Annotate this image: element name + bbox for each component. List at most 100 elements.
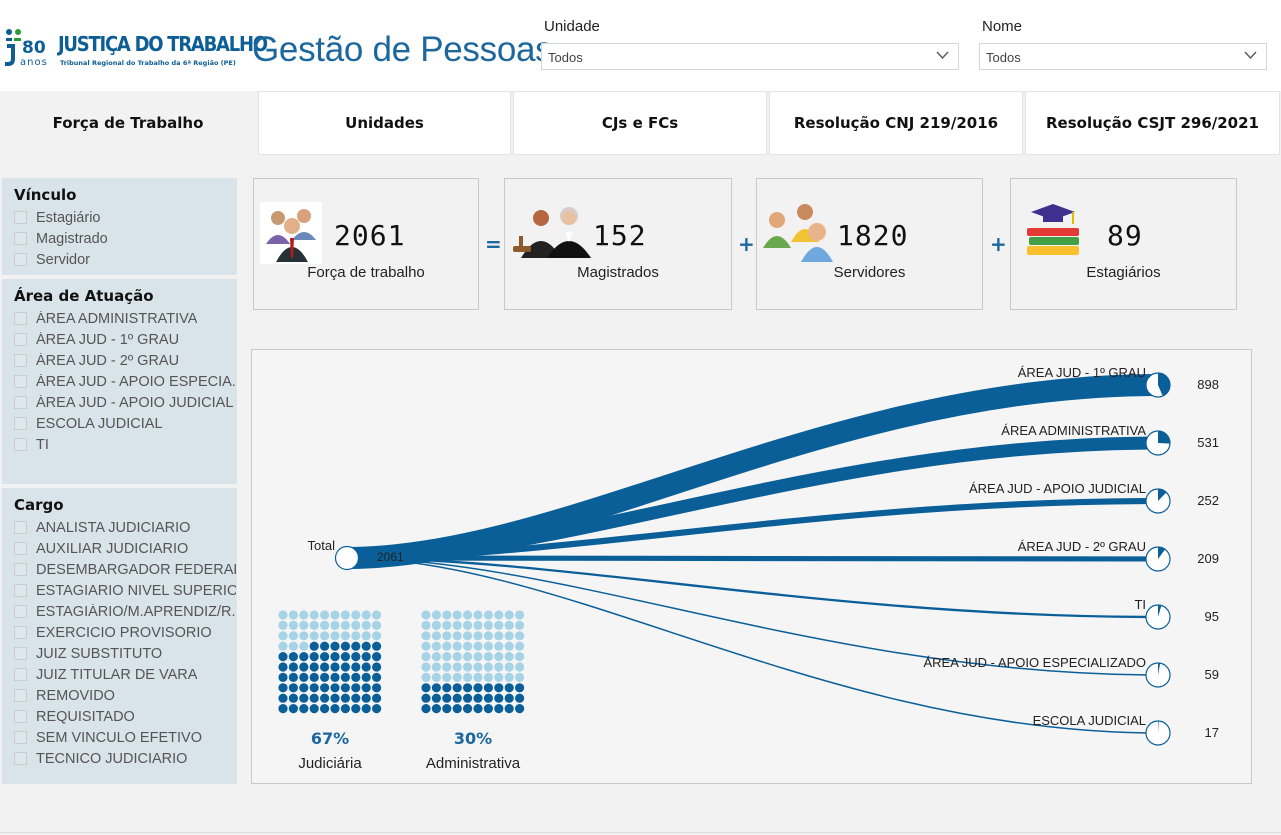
waffle-dot	[372, 631, 382, 641]
waffle-dot	[351, 683, 361, 693]
checkbox[interactable]	[14, 396, 27, 409]
checkbox[interactable]	[14, 563, 27, 576]
waffle-dot	[330, 704, 340, 714]
checkbox[interactable]	[14, 752, 27, 765]
flow-link	[346, 374, 1159, 569]
waffle-dot	[278, 631, 288, 641]
waffle-dot	[340, 610, 350, 620]
tab-forca-de-trabalho[interactable]: Força de Trabalho	[0, 91, 256, 155]
unidade-dropdown[interactable]: Todos	[541, 43, 959, 70]
waffle-dot	[421, 704, 431, 714]
checkbox[interactable]	[14, 438, 27, 451]
waffle-dot	[351, 641, 361, 651]
checkbox[interactable]	[14, 375, 27, 388]
waffle-percent: 30%	[454, 729, 492, 748]
nome-dropdown[interactable]: Todos	[979, 43, 1267, 70]
cargo-slicer-title: Cargo	[14, 496, 64, 514]
total-node[interactable]	[334, 545, 360, 571]
waffle-dot	[361, 662, 371, 672]
waffle-dot	[309, 631, 319, 641]
tab-unidades[interactable]: Unidades	[258, 91, 511, 155]
waffle-dot	[473, 704, 483, 714]
checkbox[interactable]	[14, 211, 27, 224]
checkbox[interactable]	[14, 417, 27, 430]
cargo-option[interactable]: ANALISTA JUDICIARIO	[14, 517, 190, 538]
area-atuacao-option[interactable]: ÁREA JUD - APOIO ESPECIA...	[14, 371, 236, 392]
area-node-label: TI	[1134, 597, 1146, 612]
checkbox[interactable]	[14, 626, 27, 639]
cargo-option[interactable]: ESTAGIARIO NIVEL SUPERIOR	[14, 580, 236, 601]
cargo-option[interactable]: SEM VINCULO EFETIVO	[14, 727, 202, 748]
waffle-dot	[442, 704, 452, 714]
waffle-dot	[483, 610, 493, 620]
waffle-dot	[494, 683, 504, 693]
waffle-dot	[372, 672, 382, 682]
checkbox[interactable]	[14, 521, 27, 534]
waffle-dot	[288, 683, 298, 693]
checkbox[interactable]	[14, 731, 27, 744]
cargo-option[interactable]: REMOVIDO	[14, 685, 115, 706]
waffle-dot	[288, 704, 298, 714]
checkbox[interactable]	[14, 232, 27, 245]
area-atuacao-option[interactable]: ÁREA JUD - APOIO JUDICIAL	[14, 392, 233, 413]
checkbox[interactable]	[14, 312, 27, 325]
tab-resolucao-cnj-219-2016[interactable]: Resolução CNJ 219/2016	[769, 91, 1023, 155]
area-atuacao-option[interactable]: ÁREA JUD - 2º GRAU	[14, 350, 179, 371]
waffle-dot	[515, 652, 525, 662]
area-node-value: 59	[1205, 667, 1219, 682]
checkbox[interactable]	[14, 584, 27, 597]
cargo-option[interactable]: DESEMBARGADOR FEDERAL	[14, 559, 236, 580]
vinculo-option[interactable]: Servidor	[14, 249, 90, 270]
waffle-dot	[372, 704, 382, 714]
waffle-dot	[442, 631, 452, 641]
vinculo-option[interactable]: Magistrado	[14, 228, 108, 249]
plus-operator: +	[990, 232, 1007, 256]
cargo-option[interactable]: AUXILIAR JUDICIARIO	[14, 538, 188, 559]
cargo-option[interactable]: EXERCICIO PROVISORIO	[14, 622, 212, 643]
checkbox[interactable]	[14, 647, 27, 660]
waffle-dot	[299, 662, 309, 672]
checkbox[interactable]	[14, 354, 27, 367]
cargo-option-label: ESTAGIÁRIO/M.APRENDIZ/R....	[36, 603, 236, 620]
waffle-dot	[330, 641, 340, 651]
waffle-dot	[361, 672, 371, 682]
waffle-dot	[340, 652, 350, 662]
checkbox[interactable]	[14, 668, 27, 681]
checkbox[interactable]	[14, 605, 27, 618]
cargo-option-label: SEM VINCULO EFETIVO	[36, 729, 202, 746]
waffle-dot	[504, 672, 514, 682]
area-node-value: 898	[1197, 377, 1219, 392]
waffle-dot	[483, 683, 493, 693]
area-atuacao-option[interactable]: ESCOLA JUDICIAL	[14, 413, 163, 434]
waffle-dot	[452, 631, 462, 641]
waffle-dot	[288, 652, 298, 662]
waffle-dot	[494, 662, 504, 672]
logo-number: 80	[22, 38, 46, 58]
tab-cjs-e-fcs[interactable]: CJs e FCs	[513, 91, 767, 155]
tab-resolucao-csjt-296-2021[interactable]: Resolução CSJT 296/2021	[1025, 91, 1280, 155]
cargo-option[interactable]: ESTAGIÁRIO/M.APRENDIZ/R....	[14, 601, 236, 622]
checkbox[interactable]	[14, 333, 27, 346]
cargo-option[interactable]: TECNICO JUDICIARIO	[14, 748, 187, 769]
waffle-dot	[361, 704, 371, 714]
cargo-option[interactable]: JUIZ TITULAR DE VARA	[14, 664, 197, 685]
waffle-percent: 67%	[311, 729, 349, 748]
waffle-dot	[483, 641, 493, 651]
area-atuacao-option[interactable]: ÁREA ADMINISTRATIVA	[14, 308, 197, 329]
vinculo-option[interactable]: Estagiário	[14, 207, 100, 228]
area-atuacao-option[interactable]: TI	[14, 434, 49, 455]
checkbox[interactable]	[14, 689, 27, 702]
waffle-dot	[442, 672, 452, 682]
area-atuacao-option[interactable]: ÁREA JUD - 1º GRAU	[14, 329, 179, 350]
cargo-option[interactable]: REQUISITADO	[14, 706, 135, 727]
cargo-option-label: REMOVIDO	[36, 687, 115, 704]
checkbox[interactable]	[14, 253, 27, 266]
cargo-option[interactable]: JUIZ SUBSTITUTO	[14, 643, 162, 664]
waffle-chart: 30% Administrativa	[421, 610, 525, 772]
checkbox[interactable]	[14, 710, 27, 723]
waffle-dot	[372, 683, 382, 693]
area-node-pie	[1158, 431, 1170, 444]
waffle-dot	[504, 610, 514, 620]
checkbox[interactable]	[14, 542, 27, 555]
waffle-label: Judiciária	[298, 755, 362, 772]
